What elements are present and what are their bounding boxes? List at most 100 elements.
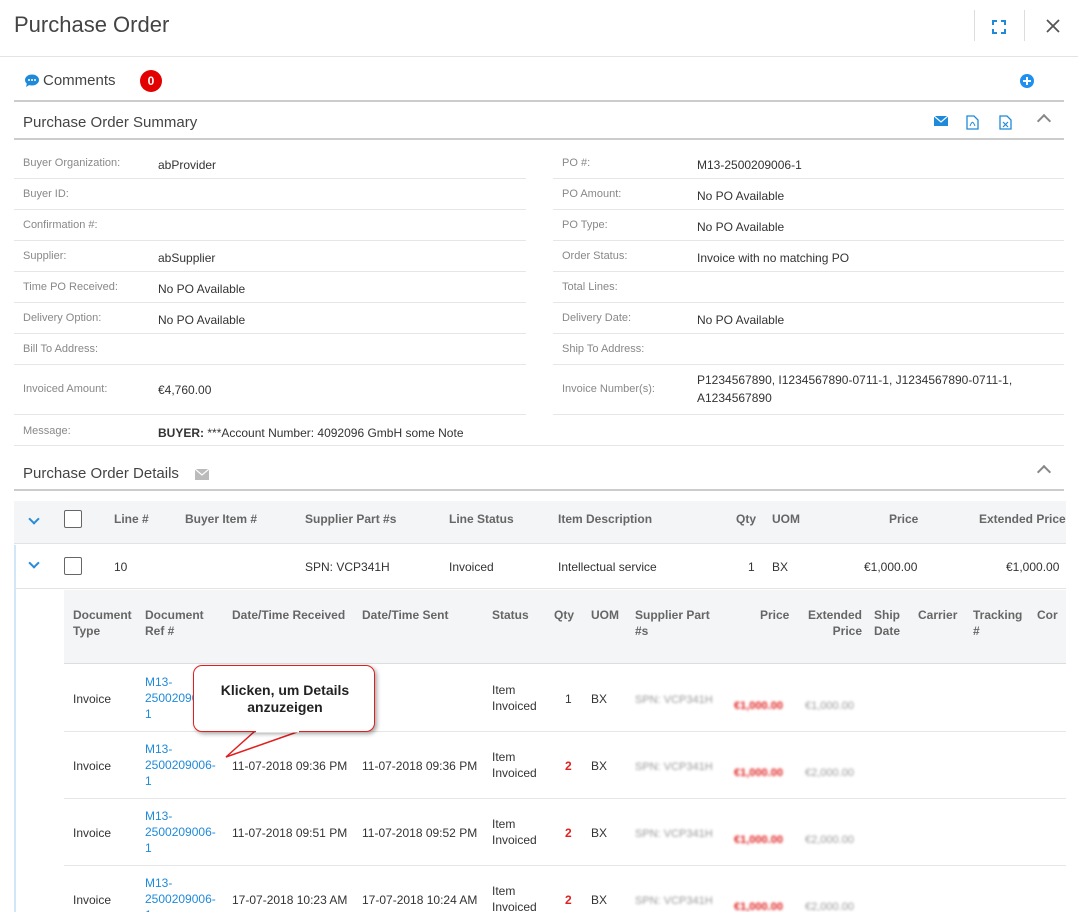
summary-key: Invoice Number(s): (562, 383, 655, 395)
summary-row: Invoiced Amount: €4,760.00 (14, 365, 526, 415)
col-sent[interactable]: Date/Time Sent (362, 607, 448, 623)
col-line[interactable]: Line # (114, 512, 149, 526)
cell-uom: BX (591, 692, 608, 706)
col-item-description[interactable]: Item Description (558, 512, 652, 526)
col-line-status[interactable]: Line Status (449, 512, 514, 526)
cell-price: €1,000.00 (734, 767, 783, 779)
summary-row: Invoice Number(s): P1234567890, I12345678… (553, 365, 1064, 415)
callout-line-1: Klicken, um Details (220, 682, 350, 698)
status-part: Item (492, 817, 516, 831)
summary-header: Purchase Order Summary (14, 104, 1064, 140)
cell-document-type: Invoice (73, 692, 112, 706)
summary-row: Total Lines: (553, 272, 1064, 303)
cell-extended-price: €2,000.00 (805, 767, 854, 779)
excel-icon[interactable] (999, 115, 1012, 130)
col-price[interactable]: Price (760, 607, 789, 623)
collapse-chevron-icon[interactable] (1036, 464, 1052, 480)
summary-row: Supplier: abSupplier (14, 241, 526, 272)
email-icon[interactable] (195, 469, 209, 480)
summary-key: Invoiced Amount: (23, 383, 108, 395)
summary-key: Order Status: (562, 250, 628, 262)
col-document-ref[interactable]: Document Ref # (145, 607, 204, 639)
summary-row: Time PO Received: No PO Available (14, 272, 526, 303)
col-ship-date[interactable]: Ship Date (874, 607, 900, 639)
comments-count-badge: 0 (140, 70, 162, 92)
summary-row: PO #: M13-2500209006-1 (553, 148, 1064, 179)
status-part: Item (492, 750, 516, 764)
col-tracking[interactable]: Tracking # (973, 607, 1022, 639)
cell-price: €1,000.00 (734, 834, 783, 846)
col-qty[interactable]: Qty (736, 512, 756, 526)
col-status[interactable]: Status (492, 607, 529, 623)
cell-extended-price: €2,000.00 (805, 901, 854, 912)
summary-row: Confirmation #: (14, 210, 526, 241)
documents-table-header: Document Type Document Ref # Date/Time Rec… (64, 590, 1066, 664)
col-uom[interactable]: UOM (772, 512, 800, 526)
collapse-chevron-icon[interactable] (1036, 113, 1052, 129)
summary-row: Ship To Address: (553, 334, 1064, 365)
summary-value-line-2: A1234567890 (697, 391, 772, 405)
summary-row: Buyer Organization: abProvider (14, 148, 526, 179)
fullscreen-icon[interactable] (990, 18, 1008, 36)
document-ref-link[interactable]: M13- 2500209006- 1 (145, 875, 216, 912)
col-supplier-part[interactable]: Supplier Part #s (305, 512, 396, 526)
table-row[interactable]: 10 SPN: VCP341H Invoiced Intellectual se… (14, 545, 1066, 589)
col-extended-price[interactable]: Extended Price (979, 512, 1066, 526)
document-ref-part: M13- (145, 675, 173, 689)
document-ref-link[interactable]: M13- 2500209006- 1 (145, 808, 216, 856)
cell-line-status: Invoiced (449, 560, 494, 574)
document-ref-part: 1 (145, 774, 152, 788)
add-comment-icon[interactable] (1020, 74, 1034, 88)
col-document-type[interactable]: Document Type (73, 607, 132, 639)
select-all-checkbox[interactable] (64, 510, 82, 528)
expand-all-chevron-icon[interactable] (28, 513, 40, 525)
cell-qty: 1 (565, 692, 572, 706)
row-checkbox[interactable] (64, 557, 82, 575)
col-qty[interactable]: Qty (554, 607, 574, 623)
message-text: ***Account Number: 4092096 GmbH some Not… (207, 426, 464, 440)
document-row[interactable]: Invoice 11-07-2018 09:51 PM 11-07-2018 09:… (64, 799, 1066, 866)
col-supplier-part[interactable]: Supplier Part #s (635, 607, 710, 639)
cell-qty: 2 (565, 759, 572, 773)
cell-qty: 2 (565, 893, 572, 907)
summary-value: abSupplier (158, 251, 216, 265)
divider (974, 10, 975, 41)
document-ref-part: 1 (145, 841, 152, 855)
close-icon[interactable] (1045, 18, 1061, 34)
col-carrier[interactable]: Carrier (918, 607, 957, 623)
divider (1024, 10, 1025, 41)
cell-uom: BX (591, 759, 608, 773)
summary-key: Time PO Received: (23, 281, 118, 293)
col-price[interactable]: Price (889, 512, 918, 526)
summary-key: PO #: (562, 157, 591, 169)
status-part: Item (492, 683, 516, 697)
document-ref-part: 1 (145, 908, 152, 912)
col-extended-price[interactable]: Extended Price (808, 607, 862, 639)
cell-supplier-part: SPN: VCP341H (635, 761, 713, 773)
cell-document-type: Invoice (73, 893, 112, 907)
summary-key: Delivery Option: (23, 312, 102, 324)
cell-document-type: Invoice (73, 826, 112, 840)
window-title: Purchase Order (14, 12, 170, 37)
cell-extended-price: €1,000.00 (805, 700, 854, 712)
comments-label[interactable]: Comments (43, 72, 116, 89)
details-title: Purchase Order Details (23, 465, 179, 482)
cell-supplier-part: SPN: VCP341H (635, 694, 713, 706)
col-buyer-item[interactable]: Buyer Item # (185, 512, 257, 526)
cell-line: 10 (114, 560, 128, 574)
col-cor[interactable]: Cor (1037, 607, 1058, 623)
cell-price: €1,000.00 (734, 700, 783, 712)
email-icon[interactable] (934, 115, 948, 127)
col-uom[interactable]: UOM (591, 607, 619, 623)
comments-section: Comments 0 (14, 64, 1064, 102)
pdf-icon[interactable] (966, 115, 979, 130)
document-ref-link[interactable]: M13- 2500209006- 1 (145, 741, 216, 789)
row-expand-chevron-icon[interactable] (28, 557, 40, 569)
cell-uom: BX (772, 560, 789, 574)
document-row[interactable]: Invoice 11-07-2018 09:36 PM 11-07-2018 09:… (64, 732, 1066, 799)
col-received[interactable]: Date/Time Received (232, 607, 345, 623)
comment-icon (25, 74, 39, 87)
document-row[interactable]: Invoice 17-07-2018 10:23 AM 17-07-2018 10:… (64, 866, 1066, 912)
summary-key: Delivery Date: (562, 312, 632, 324)
summary-value: abProvider (158, 158, 217, 172)
